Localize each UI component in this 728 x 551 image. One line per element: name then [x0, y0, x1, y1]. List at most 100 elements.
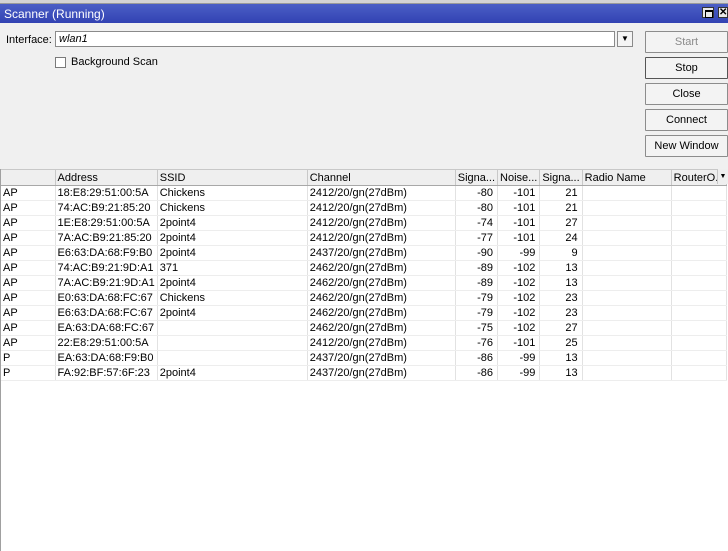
interface-select[interactable]: wlan1: [55, 31, 615, 47]
table-cell: Chickens: [157, 185, 308, 201]
start-button[interactable]: Start: [645, 31, 728, 53]
table-cell: [582, 230, 672, 246]
table-cell: 2412/20/gn(27dBm): [307, 200, 456, 216]
table-cell: 27: [539, 215, 583, 231]
column-header[interactable]: Signa...: [455, 169, 499, 186]
table-cell: [582, 335, 672, 351]
column-header[interactable]: Radio Name: [582, 169, 672, 186]
table-cell: [157, 350, 308, 366]
table-cell: -99: [497, 350, 541, 366]
table-cell: [582, 365, 672, 381]
table-row[interactable]: AP 22:E8:29:51:00:5A 2412/20/gn(27dBm) -76-…: [1, 335, 728, 351]
table-cell: [582, 260, 672, 276]
table-cell: 2412/20/gn(27dBm): [307, 230, 456, 246]
column-header[interactable]: SSID: [157, 169, 308, 186]
table-cell: [671, 305, 728, 321]
column-header[interactable]: Address: [55, 169, 158, 186]
table-cell: 74:AC:B9:21:9D:A1: [55, 260, 158, 276]
table-cell: 2point4: [157, 275, 308, 291]
table-cell: E0:63:DA:68:FC:67: [55, 290, 158, 306]
table-cell: -74: [455, 215, 499, 231]
table-cell: [582, 245, 672, 261]
table-cell: 22:E8:29:51:00:5A: [55, 335, 158, 351]
table-cell: -80: [455, 185, 499, 201]
table-cell: -75: [455, 320, 499, 336]
table-cell: 21: [539, 185, 583, 201]
table-row[interactable]: AP 18:E8:29:51:00:5A Chickens 2412/20/gn(27…: [1, 185, 728, 201]
background-scan-checkbox[interactable]: [55, 57, 66, 68]
table-cell: [582, 275, 672, 291]
table-cell: 2462/20/gn(27dBm): [307, 320, 456, 336]
table-cell: 9: [539, 245, 583, 261]
table-body: AP 18:E8:29:51:00:5A Chickens 2412/20/gn(27…: [1, 185, 728, 381]
table-cell: 2462/20/gn(27dBm): [307, 260, 456, 276]
table-cell: EA:63:DA:68:FC:67: [55, 320, 158, 336]
table-header-row: Address SSID Channel Signa... Noise... Signa.…: [1, 169, 728, 186]
maximize-icon[interactable]: [702, 7, 714, 18]
table-row[interactable]: AP 7A:AC:B9:21:9D:A1 2point4 2462/20/gn(27d…: [1, 275, 728, 291]
table-cell: 23: [539, 305, 583, 321]
table-cell: FA:92:BF:57:6F:23: [55, 365, 158, 381]
table-cell: -101: [497, 215, 541, 231]
table-cell: [671, 290, 728, 306]
table-cell: [671, 320, 728, 336]
table-cell: 13: [539, 350, 583, 366]
table-cell: [582, 290, 672, 306]
table-cell: 2437/20/gn(27dBm): [307, 245, 456, 261]
table-cell: -102: [497, 290, 541, 306]
stop-button[interactable]: Stop: [645, 57, 728, 79]
table-cell: -86: [455, 350, 499, 366]
table-cell: [671, 335, 728, 351]
table-row[interactable]: AP 74:AC:B9:21:85:20 Chickens 2412/20/gn(27…: [1, 200, 728, 216]
table-cell: -101: [497, 335, 541, 351]
table-cell: [582, 215, 672, 231]
column-chooser-icon[interactable]: ▼: [717, 169, 728, 184]
table-row[interactable]: P FA:92:BF:57:6F:23 2point4 2437/20/gn(27dB…: [1, 365, 728, 381]
table-cell: 2point4: [157, 245, 308, 261]
table-cell: [671, 215, 728, 231]
table-cell: 24: [539, 230, 583, 246]
table-cell: 7A:AC:B9:21:9D:A1: [55, 275, 158, 291]
table-cell: 2point4: [157, 365, 308, 381]
window-titlebar: Scanner (Running) ✕: [0, 4, 728, 23]
column-header[interactable]: Noise...: [497, 169, 541, 186]
table-cell: AP: [1, 260, 56, 276]
table-cell: 21: [539, 200, 583, 216]
table-row[interactable]: AP 74:AC:B9:21:9D:A1 371 2462/20/gn(27dBm) -…: [1, 260, 728, 276]
table-cell: [582, 320, 672, 336]
new-window-button[interactable]: New Window: [645, 135, 728, 157]
table-cell: 2437/20/gn(27dBm): [307, 350, 456, 366]
interface-dropdown-icon[interactable]: ▼: [617, 31, 633, 47]
column-header[interactable]: Signa...: [539, 169, 583, 186]
table-cell: 2462/20/gn(27dBm): [307, 275, 456, 291]
close-icon[interactable]: ✕: [718, 7, 728, 18]
table-cell: [582, 200, 672, 216]
table-cell: Chickens: [157, 200, 308, 216]
column-header[interactable]: Channel: [307, 169, 456, 186]
table-row[interactable]: AP E6:63:DA:68:FC:67 2point4 2462/20/gn(27d…: [1, 305, 728, 321]
table-cell: -101: [497, 230, 541, 246]
column-header[interactable]: [1, 169, 56, 186]
table-row[interactable]: AP EA:63:DA:68:FC:67 2462/20/gn(27dBm) -75-…: [1, 320, 728, 336]
table-cell: AP: [1, 320, 56, 336]
table-cell: P: [1, 350, 56, 366]
table-row[interactable]: AP 7A:AC:B9:21:85:20 2point4 2412/20/gn(27d…: [1, 230, 728, 246]
table-cell: AP: [1, 275, 56, 291]
table-cell: AP: [1, 245, 56, 261]
table-row[interactable]: AP E0:63:DA:68:FC:67 Chickens 2462/20/gn(27…: [1, 290, 728, 306]
connect-button[interactable]: Connect: [645, 109, 728, 131]
table-cell: -101: [497, 185, 541, 201]
table-cell: 18:E8:29:51:00:5A: [55, 185, 158, 201]
table-cell: 13: [539, 365, 583, 381]
table-cell: [671, 230, 728, 246]
table-cell: [671, 275, 728, 291]
table-row[interactable]: AP 1E:E8:29:51:00:5A 2point4 2412/20/gn(27d…: [1, 215, 728, 231]
table-cell: -79: [455, 305, 499, 321]
table-row[interactable]: P EA:63:DA:68:F9:B0 2437/20/gn(27dBm) -86 -9…: [1, 350, 728, 366]
table-cell: -89: [455, 275, 499, 291]
table-cell: 1E:E8:29:51:00:5A: [55, 215, 158, 231]
table-row[interactable]: AP E6:63:DA:68:F9:B0 2point4 2437/20/gn(27d…: [1, 245, 728, 261]
table-cell: AP: [1, 200, 56, 216]
table-cell: 371: [157, 260, 308, 276]
close-button[interactable]: Close: [645, 83, 728, 105]
